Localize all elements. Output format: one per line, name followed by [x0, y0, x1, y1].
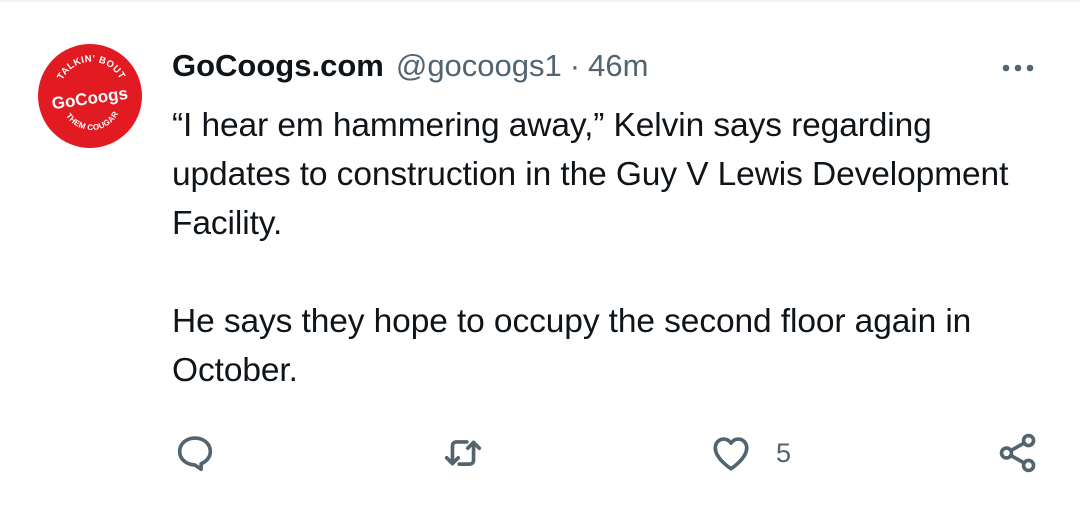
like-button[interactable]: 5	[708, 425, 791, 481]
tweet-paragraph: He says they hope to occupy the second f…	[172, 303, 972, 389]
reply-icon	[172, 430, 218, 476]
avatar-top-text: TALKIN' BOUT	[55, 53, 127, 81]
like-count: 5	[776, 437, 792, 468]
author-handle[interactable]: @gocoogs1	[396, 48, 562, 84]
header-separator: ·	[569, 48, 581, 83]
tweet-paragraph: “I hear em hammering away,” Kelvin says …	[172, 107, 1009, 242]
more-icon[interactable]	[998, 58, 1038, 78]
share-icon	[995, 430, 1041, 476]
action-bar: 5	[0, 425, 1080, 481]
avatar-main-text: GoCoogs	[51, 84, 129, 113]
heart-icon	[708, 430, 754, 476]
author-display-name[interactable]: GoCoogs.com	[172, 48, 384, 84]
tweet-header: GoCoogs.com @gocoogs1 · 46m	[172, 48, 648, 88]
retweet-button[interactable]	[440, 425, 486, 481]
retweet-icon	[440, 430, 486, 476]
tweet-timestamp[interactable]: 46m	[588, 48, 648, 84]
reply-button[interactable]	[172, 425, 218, 481]
share-button[interactable]	[995, 425, 1041, 481]
avatar[interactable]: TALKIN' BOUT GoCoogs THEM COUGARS!	[38, 44, 142, 148]
tweet[interactable]: TALKIN' BOUT GoCoogs THEM COUGARS! GoCoo…	[0, 0, 1080, 513]
tweet-text: “I hear em hammering away,” Kelvin says …	[172, 101, 1052, 395]
